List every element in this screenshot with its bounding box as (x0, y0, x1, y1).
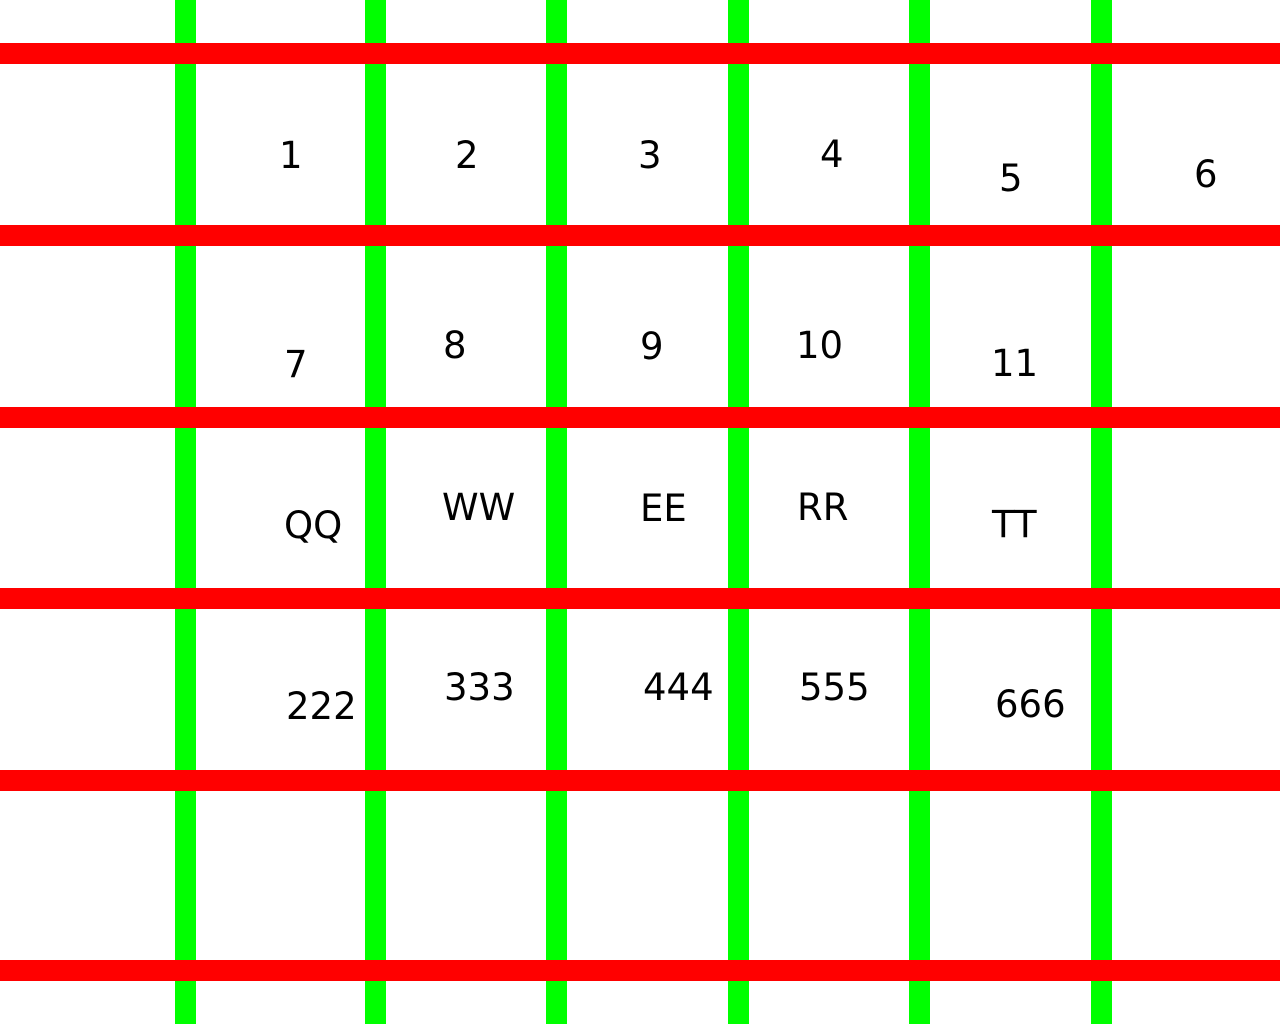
cell-label: 8 (443, 324, 467, 367)
cell-label: 222 (286, 685, 357, 728)
cell-label: 2 (455, 134, 479, 177)
cell-label: 4 (820, 133, 844, 176)
vertical-grid-line (365, 0, 386, 1024)
cell-label: 9 (640, 325, 664, 368)
grid-canvas: 1 2 3 4 5 6 7 8 9 10 11 QQ WW EE RR TT 2… (0, 0, 1280, 1024)
horizontal-grid-line (0, 588, 1280, 609)
cell-label: 333 (444, 666, 515, 709)
cell-label: 3 (638, 134, 662, 177)
vertical-grid-line (1091, 0, 1112, 1024)
cell-label: 10 (796, 324, 844, 367)
cell-label: 11 (991, 342, 1039, 385)
cell-label: TT (992, 503, 1037, 546)
horizontal-grid-line (0, 960, 1280, 981)
vertical-grid-line (175, 0, 196, 1024)
cell-label: 444 (643, 666, 714, 709)
vertical-grid-line (728, 0, 749, 1024)
vertical-grid-line (546, 0, 567, 1024)
cell-label: 666 (995, 683, 1066, 726)
horizontal-grid-line (0, 770, 1280, 791)
cell-label: 555 (799, 666, 870, 709)
cell-label: 5 (999, 157, 1023, 200)
cell-label: QQ (284, 504, 343, 547)
cell-label: WW (442, 486, 516, 529)
cell-label: RR (797, 486, 849, 529)
horizontal-grid-line (0, 407, 1280, 428)
cell-label: EE (640, 487, 687, 530)
cell-label: 1 (279, 134, 303, 177)
cell-label: 7 (284, 343, 308, 386)
cell-label: 6 (1194, 153, 1218, 196)
vertical-grid-line (909, 0, 930, 1024)
horizontal-grid-line (0, 225, 1280, 246)
horizontal-grid-line (0, 43, 1280, 64)
